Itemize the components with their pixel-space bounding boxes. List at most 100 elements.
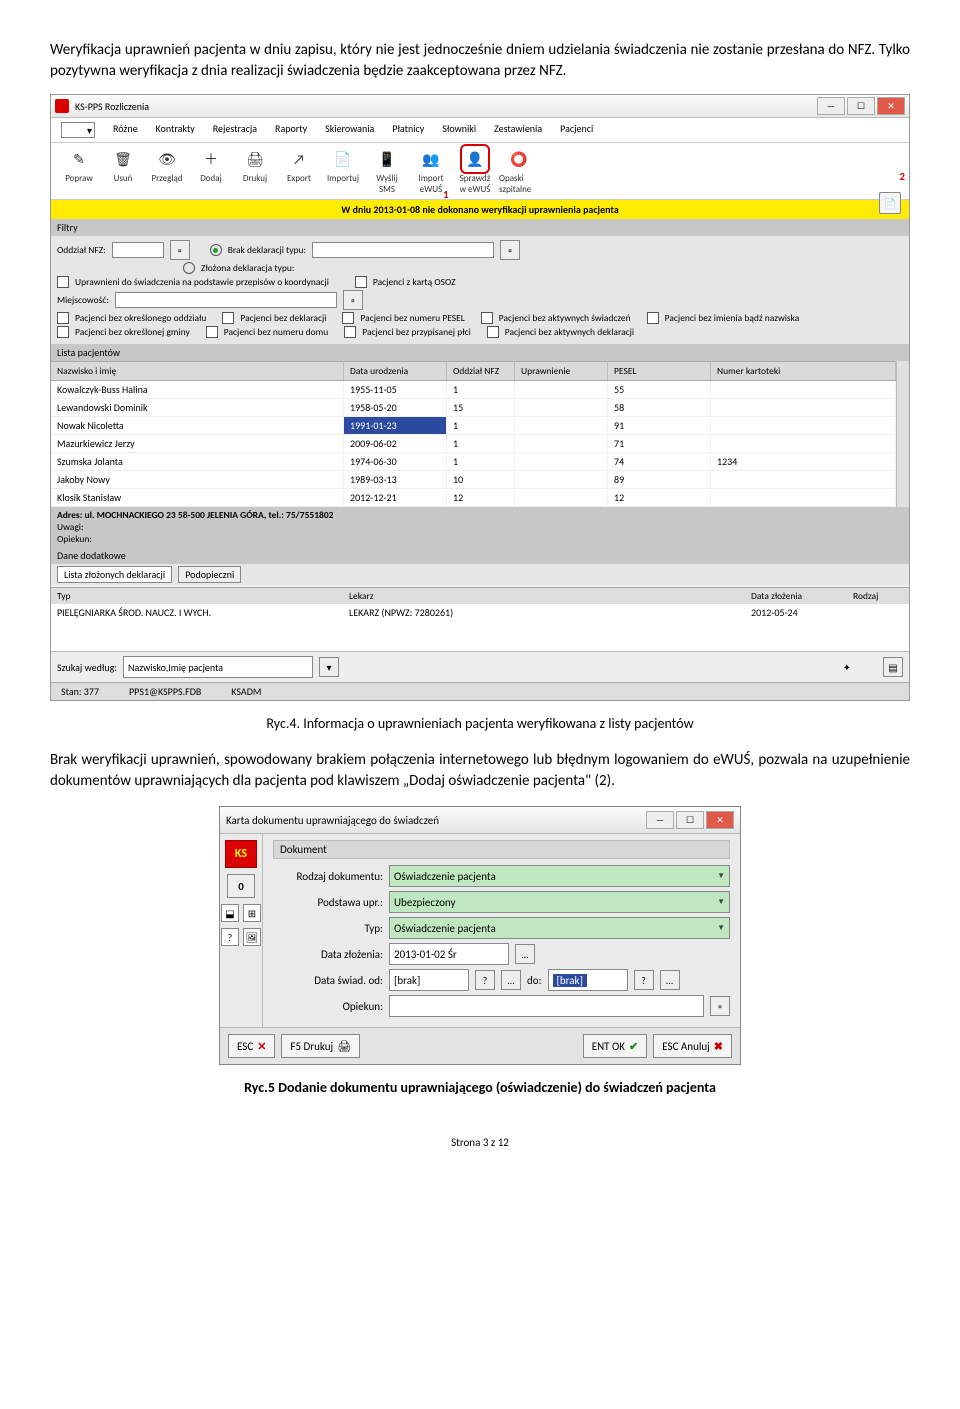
toolbar-button[interactable]: ✎Popraw: [59, 147, 99, 184]
table-row[interactable]: Jakoby Nowy1989-03-131089: [51, 471, 896, 489]
minimize-button[interactable]: —: [817, 97, 845, 115]
tab-podopieczni[interactable]: Podopieczni: [178, 566, 241, 583]
cancel-label: ESC Anuluj: [662, 1040, 710, 1053]
checkbox[interactable]: [344, 326, 356, 338]
dialog-titlebar: Karta dokumentu uprawniającego do świadc…: [220, 807, 740, 834]
f5-label: F5 Drukuj: [290, 1040, 333, 1053]
scrollbar[interactable]: [896, 361, 909, 507]
checkbox[interactable]: [206, 326, 218, 338]
radio-zloz[interactable]: [183, 262, 195, 274]
warning-text: W dniu 2013-01-08 nie dokonano weryfikac…: [341, 203, 618, 216]
field-data-swiad-do[interactable]: [brak]: [548, 969, 628, 991]
toolbar-button[interactable]: ⭕Opaski szpitalne: [499, 147, 539, 195]
address-line: Adres: ul. MOCHNACKIEGO 23 58-500 JELENI…: [51, 507, 909, 547]
table-cell: Nowak Nicoletta: [51, 417, 344, 434]
table-cell: 1234: [711, 453, 896, 470]
toolbar-label: Usuń: [114, 173, 133, 184]
side-button[interactable]: ⬓: [221, 904, 239, 922]
field-opiekun[interactable]: [389, 995, 704, 1017]
table-cell: 1989-03-13: [344, 471, 447, 488]
warning-side-button[interactable]: 📄: [879, 192, 901, 214]
side-button[interactable]: ⊞: [243, 904, 261, 922]
checkbox[interactable]: [57, 312, 69, 324]
tab-declarations[interactable]: Lista złożonych deklaracji: [57, 566, 172, 583]
menu-item[interactable]: Skierowania: [325, 122, 374, 138]
help-button[interactable]: ?: [634, 970, 654, 990]
radio-brak[interactable]: [210, 244, 222, 256]
esc-button[interactable]: ESC ✕: [228, 1034, 275, 1058]
checkbox[interactable]: [355, 276, 367, 288]
app-window: KS-PPS Rozliczenia — ☐ ✕ ▾ Różne Kontrak…: [50, 94, 910, 701]
field-typ[interactable]: Oświadczenie pacjenta ▼: [389, 917, 730, 939]
filters-header: Filtry: [51, 219, 909, 236]
checkbox[interactable]: [487, 326, 499, 338]
side-button[interactable]: ?: [221, 928, 239, 946]
maximize-button[interactable]: ☐: [847, 97, 875, 115]
miejsc-lookup[interactable]: ▫: [343, 290, 363, 310]
table-row[interactable]: Szumska Jolanta1974-06-301741234: [51, 453, 896, 471]
dialog-maximize[interactable]: ☐: [676, 811, 704, 829]
field-rodzaj[interactable]: Oświadczenie pacjenta ▼: [389, 865, 730, 887]
opiekun-lookup[interactable]: ▫: [710, 996, 730, 1016]
refresh-icon[interactable]: ✦: [843, 661, 851, 674]
brak-lookup[interactable]: ▫: [500, 240, 520, 260]
checkbox[interactable]: [481, 312, 493, 324]
oddzial-input[interactable]: [112, 242, 164, 258]
menu-item[interactable]: Różne: [113, 122, 138, 138]
checkbox[interactable]: [57, 276, 69, 288]
date-picker-button[interactable]: …: [501, 970, 521, 990]
table-row[interactable]: Mazurkiewicz Jerzy2009-06-02171: [51, 435, 896, 453]
value-typ: Oświadczenie pacjenta: [394, 922, 496, 935]
toolbar-button[interactable]: 🗑Usuń: [103, 147, 143, 184]
toolbar-button[interactable]: 👤Sprawdźw eWUŚ: [455, 147, 495, 195]
field-data-zloz[interactable]: 2013-01-02 Śr: [389, 943, 509, 965]
checkbox[interactable]: [222, 312, 234, 324]
toolbar-button[interactable]: 📱WyślijSMS: [367, 147, 407, 195]
help-button[interactable]: ?: [475, 970, 495, 990]
checkbox[interactable]: [342, 312, 354, 324]
menu-item[interactable]: Płatnicy: [392, 122, 424, 138]
ok-button[interactable]: ENT OK ✔: [583, 1034, 648, 1058]
oddzial-lookup[interactable]: ▫: [170, 240, 190, 260]
miejsc-input[interactable]: [115, 292, 337, 308]
search-dropdown[interactable]: ▾: [319, 657, 339, 677]
table-row[interactable]: Klosik Stanisław2012-12-211212: [51, 489, 896, 507]
close-button[interactable]: ✕: [877, 97, 905, 115]
dialog-close[interactable]: ✕: [706, 811, 734, 829]
search-field[interactable]: Nazwisko,Imię pacjenta: [123, 656, 313, 678]
date-picker-button[interactable]: …: [660, 970, 680, 990]
toolbar-button[interactable]: ↗Export: [279, 147, 319, 184]
menu-item[interactable]: Kontrakty: [156, 122, 195, 138]
detail-lekarz: LEKARZ (NPWZ: 7280261): [343, 604, 745, 621]
table-cell: Lewandowski Dominik: [51, 399, 344, 416]
detail-row[interactable]: PIELĘGNIARKA ŚROD. NAUCZ. I WYCH. LEKARZ…: [51, 604, 909, 621]
value-data-zloz: 2013-01-02 Śr: [394, 948, 457, 961]
table-row[interactable]: Kowalczyk-Buss Halina1955-11-05155: [51, 381, 896, 399]
toolbar-button[interactable]: 🖨Drukuj: [235, 147, 275, 184]
table-cell: [515, 453, 608, 470]
table-row[interactable]: Nowak Nicoletta1991-01-23191: [51, 417, 896, 435]
menu-item[interactable]: Zestawienia: [494, 122, 542, 138]
toolbar-button[interactable]: 👁Przegląd: [147, 147, 187, 184]
menu-item[interactable]: Raporty: [275, 122, 307, 138]
checkbox[interactable]: [57, 326, 69, 338]
table-cell: 91: [608, 417, 711, 434]
toolbar-button[interactable]: 📄Importuj: [323, 147, 363, 184]
menu-item[interactable]: Pacjenci: [560, 122, 593, 138]
brak-input[interactable]: [312, 242, 494, 258]
side-button[interactable]: 🖼: [243, 928, 261, 946]
cancel-button[interactable]: ESC Anuluj ✖: [653, 1034, 732, 1058]
field-podstawa[interactable]: Ubezpieczony ▼: [389, 891, 730, 913]
dialog-minimize[interactable]: —: [646, 811, 674, 829]
checkbox[interactable]: [647, 312, 659, 324]
table-row[interactable]: Lewandowski Dominik1958-05-201558: [51, 399, 896, 417]
field-data-swiad-od[interactable]: [brak]: [389, 969, 469, 991]
search-extra-button[interactable]: ▤: [883, 657, 903, 677]
date-picker-button[interactable]: …: [515, 944, 535, 964]
print-button[interactable]: F5 Drukuj 🖨: [281, 1034, 360, 1058]
menu-item[interactable]: Słowniki: [442, 122, 476, 138]
menu-item[interactable]: Rejestracja: [213, 122, 257, 138]
menu-dropdown[interactable]: ▾: [61, 122, 95, 138]
paragraph-2: Brak weryfikacji uprawnień, spowodowany …: [50, 750, 910, 792]
toolbar-button[interactable]: ＋Dodaj: [191, 147, 231, 184]
